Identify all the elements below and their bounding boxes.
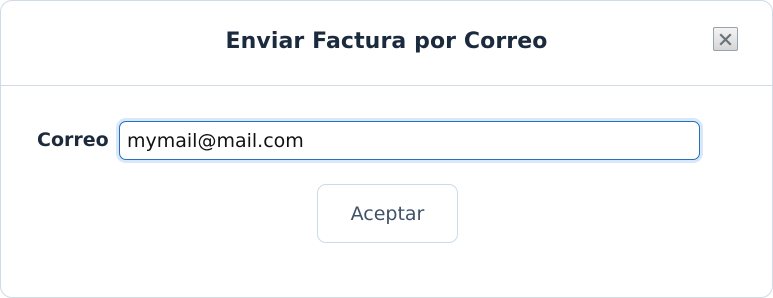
email-field-row: Correo — [1, 120, 772, 162]
close-button[interactable] — [713, 27, 738, 51]
email-label: Correo — [37, 129, 109, 151]
close-icon — [719, 32, 732, 46]
send-invoice-dialog: Enviar Factura por Correo Correo Aceptar — [0, 0, 773, 298]
dialog-title: Enviar Factura por Correo — [225, 29, 548, 54]
email-input[interactable] — [119, 121, 700, 160]
dialog-header: Enviar Factura por Correo — [1, 1, 772, 86]
accept-button[interactable]: Aceptar — [317, 184, 458, 243]
